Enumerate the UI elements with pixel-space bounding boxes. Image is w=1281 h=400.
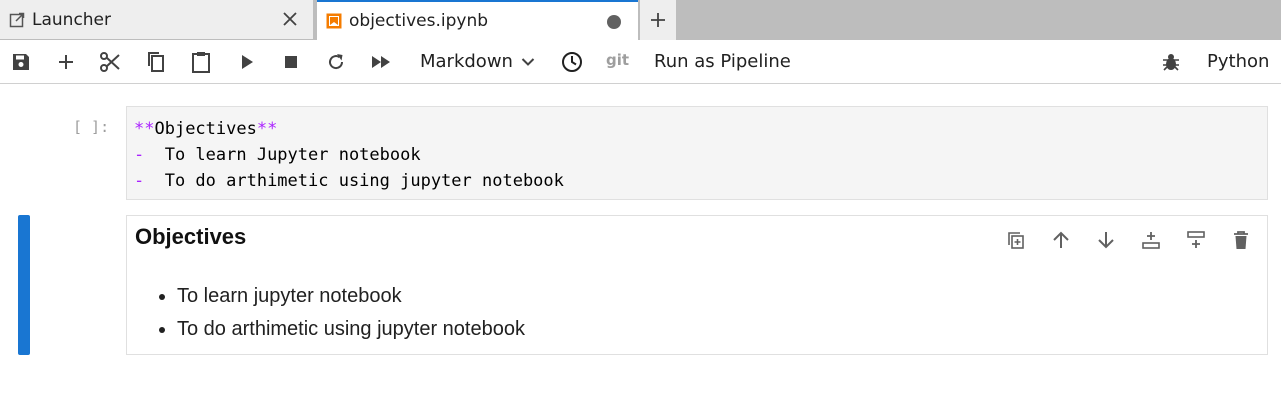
bug-icon[interactable] [1159, 50, 1183, 74]
source-text: To do arthimetic using jupyter notebook [144, 171, 564, 191]
stop-icon[interactable] [279, 50, 303, 74]
markdown-syntax: ** [256, 119, 278, 139]
source-line: **Objectives** [134, 116, 1267, 142]
source-line: - To learn Jupyter notebook [134, 142, 1267, 168]
rendered-markdown-cell[interactable]: Objectives To learn jupyter notebook To … [126, 215, 1268, 355]
kernel-name[interactable]: Python [1207, 51, 1269, 73]
tab-launcher[interactable]: Launcher [0, 0, 314, 40]
objectives-heading: Objectives [135, 224, 247, 249]
move-up-icon[interactable] [1049, 228, 1073, 252]
save-icon[interactable] [9, 50, 33, 74]
restart-icon[interactable] [324, 50, 348, 74]
tab-notebook[interactable]: objectives.ipynb [317, 0, 638, 40]
chevron-down-icon[interactable] [516, 50, 540, 74]
move-down-icon[interactable] [1094, 228, 1118, 252]
delete-icon[interactable] [1229, 228, 1253, 252]
list-item: To learn jupyter notebook [177, 280, 525, 313]
cell-prompt: [ ]: [73, 118, 110, 136]
git-button[interactable]: git [606, 51, 629, 69]
cell-type-select[interactable]: Markdown [420, 51, 513, 73]
source-text: To learn Jupyter notebook [144, 145, 421, 165]
run-all-icon[interactable] [369, 50, 393, 74]
markdown-syntax: - [134, 145, 145, 165]
plus-icon [651, 13, 665, 27]
objectives-list: To learn jupyter notebook To do arthimet… [177, 280, 525, 346]
duplicate-cell-icon[interactable] [1004, 228, 1028, 252]
tab-launcher-label: Launcher [32, 9, 112, 30]
tab-bar: Launcher objectives.ipynb [0, 0, 1281, 40]
close-icon[interactable] [281, 10, 299, 28]
markdown-syntax: ** [134, 119, 155, 139]
copy-icon[interactable] [144, 50, 168, 74]
clock-icon[interactable] [560, 50, 584, 74]
markdown-syntax: - [134, 171, 145, 191]
new-tab-button[interactable] [640, 0, 676, 40]
notebook-icon [326, 13, 342, 29]
list-item: To do arthimetic using jupyter notebook [177, 313, 525, 346]
markdown-source-editor[interactable]: **Objectives** - To learn Jupyter notebo… [126, 106, 1268, 200]
source-line: - To do arthimetic using jupyter noteboo… [134, 168, 1267, 194]
source-text: Objectives [154, 119, 257, 139]
paste-icon[interactable] [189, 50, 213, 74]
insert-above-icon[interactable] [1139, 228, 1163, 252]
add-icon[interactable] [54, 50, 78, 74]
unsaved-dot-icon[interactable] [607, 15, 621, 29]
run-icon[interactable] [235, 50, 259, 74]
tab-notebook-label: objectives.ipynb [349, 11, 489, 31]
insert-below-icon[interactable] [1184, 228, 1208, 252]
launcher-icon [9, 12, 25, 28]
run-as-pipeline-button[interactable]: Run as Pipeline [654, 51, 791, 73]
notebook-toolbar: Markdown git Run as Pipeline Python [0, 41, 1281, 84]
cut-icon[interactable] [98, 50, 122, 74]
active-cell-indicator[interactable] [18, 215, 30, 355]
